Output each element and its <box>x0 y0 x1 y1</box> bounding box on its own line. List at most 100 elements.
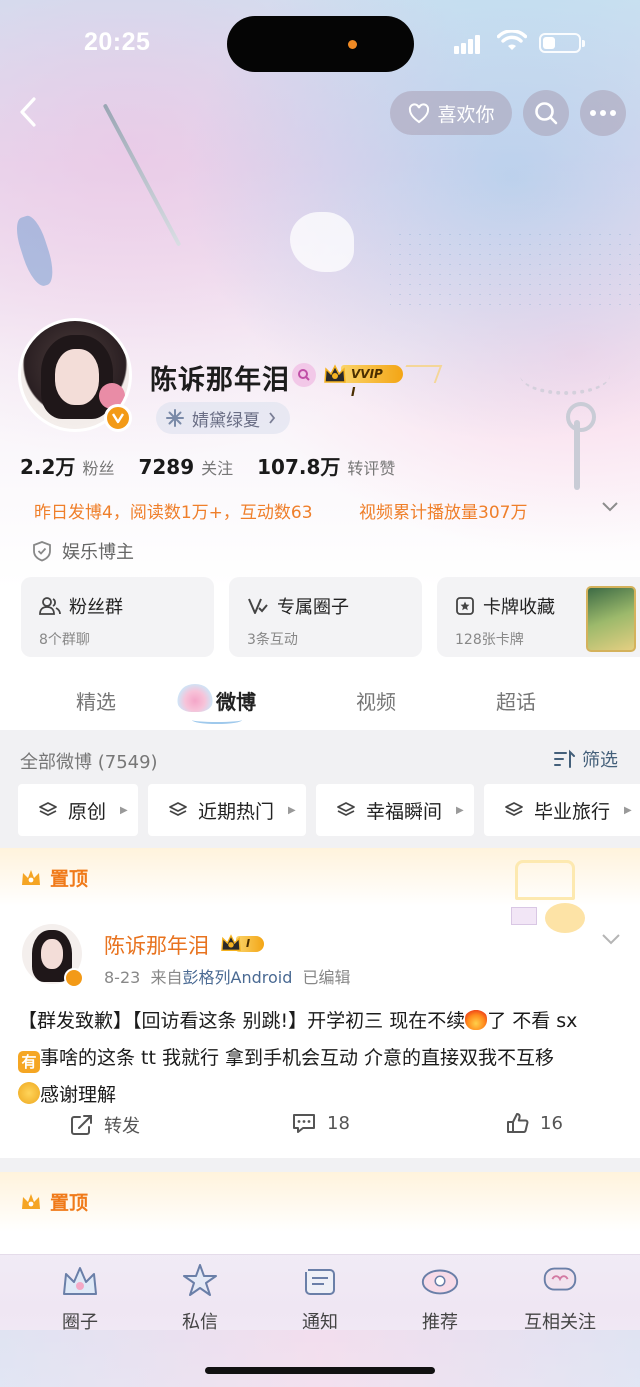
fire-emoji-icon <box>465 1008 488 1030</box>
chip-graduation-trip[interactable]: 毕业旅行 ▶ <box>484 784 640 836</box>
all-posts-count: 全部微博 (7549) <box>20 752 158 773</box>
back-button[interactable] <box>8 92 48 132</box>
tab-featured[interactable]: 精选 <box>76 686 116 715</box>
post-avatar-face <box>41 939 63 969</box>
following-stat[interactable]: 7289 关注 <box>138 455 233 479</box>
post-vip-badge: I <box>220 933 280 955</box>
chip-recent-hot-label: 近期热门 <box>198 800 275 823</box>
pinned-label-2: 置顶 <box>20 1188 88 1215</box>
chevron-left-icon <box>20 97 36 127</box>
profile-stats: 2.2万 粉丝 7289 关注 107.8万 转评赞 <box>20 451 419 480</box>
post-filter-section: 全部微博 (7549) 筛选 原创 ▶ 近期热门 ▶ 幸福瞬间 ▶ 毕业旅行 ▶ <box>0 730 640 848</box>
bottom-nav-circle[interactable]: 圈子 <box>30 1262 130 1334</box>
search-icon <box>535 102 558 125</box>
layers-icon <box>169 802 187 816</box>
vvip-label: VVIP I <box>341 365 403 399</box>
pinned-band-2 <box>0 1172 640 1232</box>
cellular-signal-icon <box>454 34 482 54</box>
scroll-notification-icon <box>299 1262 341 1300</box>
shell-recommend-icon <box>419 1262 461 1300</box>
chip-graduation-trip-label: 毕业旅行 <box>534 800 611 823</box>
status-time: 20:25 <box>84 28 151 56</box>
followers-label: 粉丝 <box>82 459 115 478</box>
bottom-nav-notifications[interactable]: 通知 <box>270 1262 370 1334</box>
key-illustration <box>566 402 596 490</box>
post-menu-chevron-icon[interactable] <box>600 932 622 946</box>
tab-weibo[interactable]: 微博 <box>216 686 256 715</box>
post-meta: 8-23 来自彭格列Android 已编辑 <box>104 964 351 988</box>
triangle-right-icon: ▶ <box>624 804 632 816</box>
tab-super-topic[interactable]: 超话 <box>496 686 536 715</box>
fan-group-card-sub: 8个群聊 <box>39 632 90 648</box>
like-you-label: 喜欢你 <box>437 103 495 126</box>
search-button[interactable] <box>523 90 569 136</box>
interactions-stat[interactable]: 107.8万 转评赞 <box>257 451 395 480</box>
home-indicator[interactable] <box>205 1367 435 1374</box>
circle-card[interactable]: 专属圈子 3条互动 <box>229 577 422 657</box>
post-verified-badge-icon <box>64 968 84 988</box>
role-tag: 娱乐博主 <box>32 538 134 564</box>
chevron-down-icon[interactable] <box>600 500 620 514</box>
triangle-right-icon: ▶ <box>288 804 296 816</box>
followers-stat[interactable]: 2.2万 粉丝 <box>20 451 114 480</box>
dynamic-island <box>227 16 414 72</box>
comment-button[interactable]: 18 <box>291 1112 350 1134</box>
search-sticker-icon[interactable] <box>292 363 316 387</box>
crown-icon <box>221 934 241 951</box>
like-button[interactable]: 16 <box>506 1112 563 1134</box>
layers-icon <box>505 802 523 816</box>
bottom-nav-notifications-label: 通知 <box>302 1312 338 1333</box>
status-bar: 20:25 <box>0 0 640 86</box>
post-text[interactable]: 【群发致歉】【回访看这条 别跳!】开学初三 现在不续了 不看 sx 有事啥的这条… <box>18 1003 624 1114</box>
chip-original[interactable]: 原创 ▶ <box>18 784 138 836</box>
pinned-label: 置顶 <box>20 864 88 891</box>
followers-count: 2.2万 <box>20 455 76 479</box>
bottom-nav-recommend[interactable]: 推荐 <box>390 1262 490 1334</box>
vvip-ribbon-decoration <box>399 365 443 383</box>
fan-group-chip[interactable]: 婧黛绿夏 <box>156 402 290 434</box>
role-tag-label: 娱乐博主 <box>62 542 134 563</box>
share-icon <box>71 1115 92 1135</box>
like-you-button[interactable]: 喜欢你 <box>390 91 512 135</box>
crown-pin-icon <box>22 1193 40 1209</box>
card-collection-title: 卡牌收藏 <box>483 597 555 618</box>
fan-group-card[interactable]: 粉丝群 8个群聊 <box>21 577 214 657</box>
chip-recent-hot[interactable]: 近期热门 ▶ <box>148 784 306 836</box>
post-author-name[interactable]: 陈诉那年泪 <box>104 930 209 960</box>
post-text-part-1: 【群发致歉】【回访看这条 别跳!】开学初三 现在不续 <box>18 1010 466 1032</box>
layers-icon <box>39 802 57 816</box>
pinned-text-2: 置顶 <box>50 1192 89 1214</box>
bottom-nav-mutual-follow[interactable]: 互相关注 <box>510 1262 610 1334</box>
filter-button[interactable]: 筛选 <box>554 746 618 772</box>
more-button[interactable] <box>580 90 626 136</box>
swan-illustration <box>290 212 354 272</box>
chip-happy-moments[interactable]: 幸福瞬间 ▶ <box>316 784 474 836</box>
chip-original-label: 原创 <box>68 800 107 823</box>
crown-pin-icon <box>22 869 40 885</box>
repost-button[interactable]: 转发 <box>70 1112 140 1138</box>
post-source[interactable]: 彭格列Android <box>183 968 293 987</box>
people-icon <box>39 597 61 615</box>
profile-name: 陈诉那年泪 <box>150 365 290 396</box>
bottom-nav-messages[interactable]: 私信 <box>150 1262 250 1334</box>
tab-video[interactable]: 视频 <box>356 686 396 715</box>
battery-icon <box>539 33 585 53</box>
profile-highlights: 昨日发博4，阅读数1万+，互动数63 视频累计播放量307万 <box>34 498 634 524</box>
avatar-face <box>55 349 99 405</box>
bottom-nav-decoration <box>0 1330 640 1387</box>
repost-label: 转发 <box>104 1116 140 1137</box>
violin-illustration <box>11 212 59 290</box>
chevron-right-icon <box>269 412 276 424</box>
collection-card-thumbnail[interactable] <box>586 586 636 652</box>
comment-icon <box>293 1114 315 1133</box>
snowflake-icon <box>166 409 184 427</box>
filter-sort-icon <box>554 749 575 768</box>
post-divider <box>0 1158 640 1172</box>
bottom-nav-messages-label: 私信 <box>182 1312 218 1333</box>
bottom-nav-mutual-follow-label: 互相关注 <box>524 1312 596 1333</box>
interactions-count: 107.8万 <box>257 455 341 479</box>
vvip-badge[interactable]: VVIP I <box>323 362 403 399</box>
triangle-right-icon: ▶ <box>120 804 128 816</box>
sword-illustration <box>102 103 182 247</box>
comment-count: 18 <box>327 1112 350 1134</box>
